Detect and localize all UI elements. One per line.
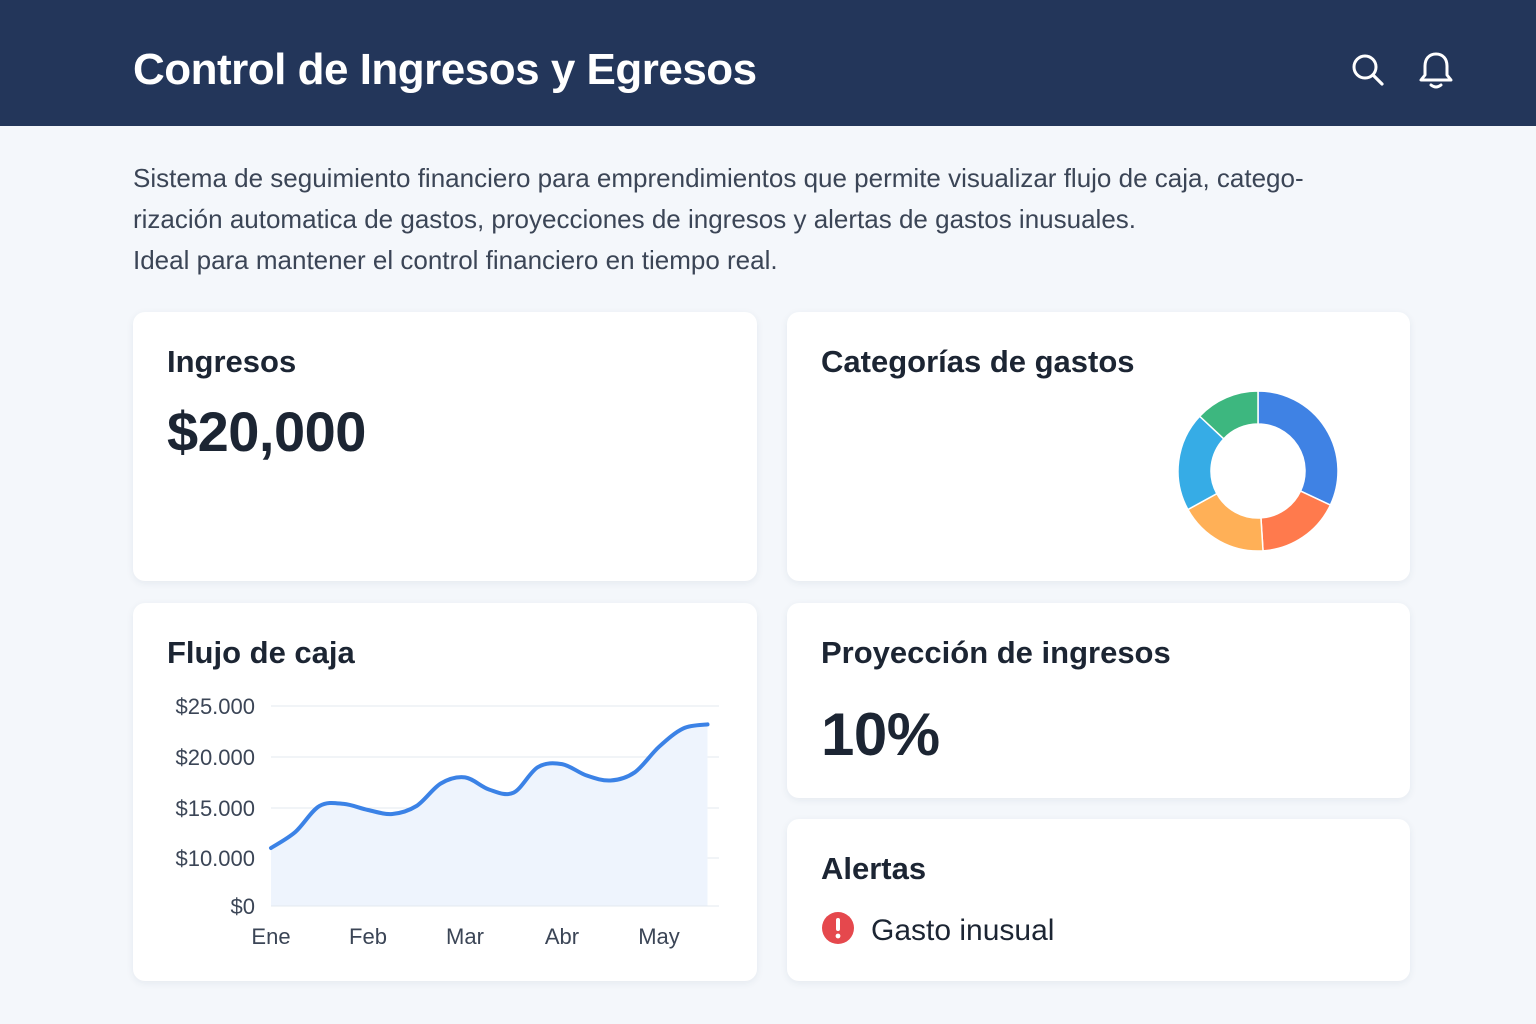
- expense-categories-title: Categorías de gastos: [821, 344, 1135, 379]
- search-icon: [1350, 52, 1386, 88]
- income-value: $20,000: [167, 400, 366, 463]
- cash-flow-chart: $25.000 $20.000 $15.000 $10.000 $0 Ene Feb Mar A…: [175, 694, 719, 949]
- notifications-button[interactable]: [1416, 48, 1456, 92]
- y-tick-label: $25.000: [175, 694, 255, 719]
- alert-label: Gasto inusual: [871, 913, 1055, 947]
- exclamation-icon: [821, 911, 855, 950]
- donut-slice: [1257, 390, 1339, 507]
- x-tick-label: May: [638, 924, 680, 949]
- cash-flow-area: [271, 724, 708, 906]
- description-line: Ideal para mantener el control financier…: [133, 245, 778, 275]
- donut-slice: [1260, 490, 1332, 552]
- y-tick-label: $0: [231, 894, 255, 919]
- projection-title: Proyección de ingresos: [821, 635, 1171, 670]
- x-tick-label: Abr: [545, 924, 579, 949]
- y-tick-label: $10.000: [175, 846, 255, 871]
- expense-categories-card: Categorías de gastos: [787, 312, 1410, 581]
- page-title: Control de Ingresos y Egresos: [133, 45, 757, 94]
- description-line: rización automatica de gastos, proyeccio…: [133, 204, 1137, 234]
- y-tick-label: $15.000: [175, 796, 255, 821]
- x-tick-label: Feb: [349, 924, 387, 949]
- alerts-title: Alertas: [821, 851, 927, 886]
- alert-item[interactable]: Gasto inusual: [821, 911, 1054, 950]
- cash-flow-card: Flujo de caja $25.000 $20.000 $15.000 $10.0…: [133, 603, 757, 981]
- income-card: Ingresos $20,000: [133, 312, 757, 581]
- income-title: Ingresos: [167, 344, 297, 379]
- description: Sistema de seguimiento financiero para e…: [133, 158, 1403, 281]
- alerts-card: Alertas Gasto inusual: [787, 819, 1410, 981]
- bell-icon: [1418, 50, 1454, 90]
- description-line: Sistema de seguimiento financiero para e…: [133, 163, 1304, 193]
- x-tick-label: Ene: [251, 924, 290, 949]
- projection-value: 10%: [821, 701, 940, 768]
- search-button[interactable]: [1348, 48, 1388, 92]
- y-tick-label: $20.000: [175, 745, 255, 770]
- x-tick-label: Mar: [446, 924, 484, 949]
- expense-donut-chart: [1177, 390, 1339, 552]
- top-bar: Control de Ingresos y Egresos: [0, 0, 1536, 126]
- projection-card: Proyección de ingresos 10%: [787, 603, 1410, 798]
